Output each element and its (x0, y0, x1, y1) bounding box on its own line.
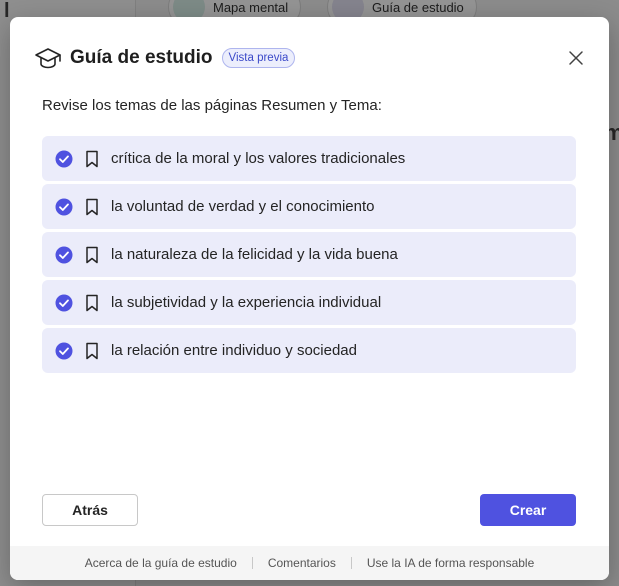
feedback-link[interactable]: Comentarios (268, 556, 336, 570)
topic-item[interactable]: la subjetividad y la experiencia individ… (42, 280, 576, 325)
topic-item[interactable]: la relación entre individuo y sociedad (42, 328, 576, 373)
footer-divider (251, 557, 253, 569)
bookmark-icon (85, 246, 99, 264)
graduation-cap-icon (34, 46, 62, 70)
about-study-guide-link[interactable]: Acerca de la guía de estudio (85, 556, 237, 570)
dialog-title: Guía de estudio (70, 47, 213, 68)
close-button[interactable] (565, 47, 587, 69)
topic-item[interactable]: la naturaleza de la felicidad y la vida … (42, 232, 576, 277)
study-guide-dialog: Guía de estudio Vista previa Revise los … (10, 17, 609, 580)
topic-label: crítica de la moral y los valores tradic… (111, 150, 406, 167)
topic-item[interactable]: crítica de la moral y los valores tradic… (42, 136, 576, 181)
topic-item[interactable]: la voluntad de verdad y el conocimiento (42, 184, 576, 229)
topics-list: crítica de la moral y los valores tradic… (42, 136, 576, 376)
checkbox-checked-icon[interactable] (55, 294, 73, 312)
topic-label: la naturaleza de la felicidad y la vida … (111, 246, 398, 263)
bookmark-icon (85, 294, 99, 312)
checkbox-checked-icon[interactable] (55, 342, 73, 360)
topic-label: la voluntad de verdad y el conocimiento (111, 198, 375, 215)
dialog-footer: Acerca de la guía de estudio Comentarios… (10, 546, 609, 580)
preview-badge: Vista previa (221, 48, 296, 68)
checkbox-checked-icon[interactable] (55, 246, 73, 264)
close-icon (569, 51, 583, 65)
footer-divider (350, 557, 352, 569)
responsible-ai-link[interactable]: Use la IA de forma responsable (367, 556, 534, 570)
back-button[interactable]: Atrás (42, 494, 138, 526)
bookmark-icon (85, 198, 99, 216)
create-button[interactable]: Crear (480, 494, 576, 526)
dialog-header: Guía de estudio Vista previa (34, 43, 296, 73)
topic-label: la relación entre individuo y sociedad (111, 342, 357, 359)
instructions-text: Revise los temas de las páginas Resumen … (42, 97, 382, 114)
bookmark-icon (85, 342, 99, 360)
bookmark-icon (85, 150, 99, 168)
topic-label: la subjetividad y la experiencia individ… (111, 294, 382, 311)
checkbox-checked-icon[interactable] (55, 198, 73, 216)
checkbox-checked-icon[interactable] (55, 150, 73, 168)
